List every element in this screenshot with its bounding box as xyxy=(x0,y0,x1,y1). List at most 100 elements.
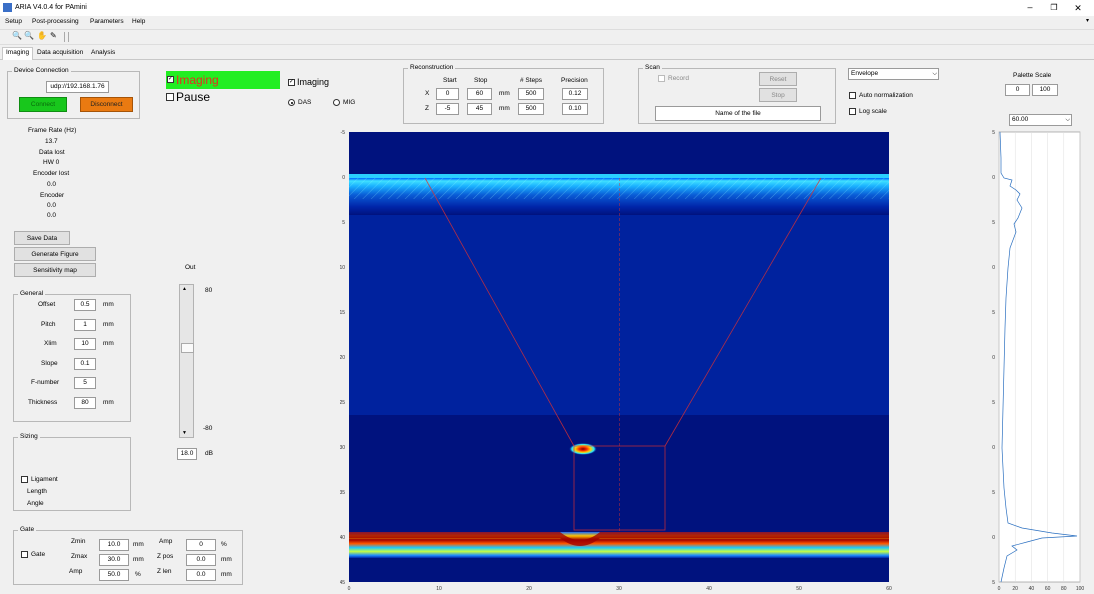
amp2-field[interactable]: 0 xyxy=(186,539,216,551)
imaging-toggle-bar[interactable]: ✓ Imaging xyxy=(166,71,280,89)
y-tick-label: 0 xyxy=(342,175,345,181)
menu-parameters[interactable]: Parameters xyxy=(90,18,124,25)
gate-label: Gate xyxy=(31,551,46,558)
general-param-field[interactable]: 80 xyxy=(74,396,96,409)
zlen-field[interactable]: 0.0 xyxy=(186,569,216,581)
maximize-icon[interactable]: ❐ xyxy=(1048,2,1060,14)
menu-help[interactable]: Help xyxy=(132,18,145,25)
das-radio[interactable] xyxy=(288,99,295,106)
general-param-field[interactable]: 1 xyxy=(74,318,96,331)
connect-button[interactable]: Connect xyxy=(19,97,67,112)
record-label: Record xyxy=(668,75,689,82)
encoder-value-2: 0.0 xyxy=(47,212,57,219)
y-tick-label: 30 xyxy=(340,445,345,451)
sizing-group: Sizing Ligament Length Angle xyxy=(13,433,131,511)
chevron-down-icon: ⌵ xyxy=(932,71,937,77)
menu-setup[interactable]: Setup xyxy=(5,18,22,25)
general-param-field[interactable]: 0.1 xyxy=(74,357,96,370)
pause-checkbox[interactable] xyxy=(166,93,174,101)
x-tick-label: 20 xyxy=(526,586,532,592)
stop-button[interactable]: Stop xyxy=(759,88,797,102)
palette-select[interactable]: 60.00 ⌵ xyxy=(1009,114,1072,126)
zoom-in-icon[interactable]: 🔍 xyxy=(12,31,22,40)
zmax-field[interactable]: 30.0 xyxy=(99,554,129,566)
profile-y-tick-label: 20 xyxy=(992,355,995,361)
profile-y-tick-label: 45 xyxy=(992,580,995,586)
general-param-label: F-number xyxy=(31,379,60,386)
sensitivity-map-button[interactable]: Sensitivity map xyxy=(14,263,96,277)
menu-post-processing[interactable]: Post-processing xyxy=(32,18,79,25)
log-scale-checkbox[interactable] xyxy=(849,108,856,115)
gate-checkbox[interactable] xyxy=(21,551,28,558)
group-title: Reconstruction xyxy=(408,64,456,71)
generate-figure-button[interactable]: Generate Figure xyxy=(14,247,96,261)
palette-min-field[interactable]: 0 xyxy=(1005,84,1030,96)
x-tick-label: 0 xyxy=(348,586,351,592)
db-field[interactable]: 18.0 xyxy=(177,448,197,460)
encoder-lost-value: 0.0 xyxy=(47,181,57,188)
slider-down-arrow[interactable]: ▼ xyxy=(182,430,187,436)
mig-radio[interactable] xyxy=(333,99,340,106)
profile-x-tick-label: 40 xyxy=(1029,586,1035,592)
tab-data-acquisition[interactable]: Data acquisition xyxy=(37,49,83,56)
slider-up-arrow[interactable]: ▲ xyxy=(182,286,187,292)
gain-slider[interactable]: ▲ ▼ xyxy=(179,284,194,438)
data-cursor-icon[interactable]: ✎ xyxy=(50,31,57,40)
menu-overflow-icon[interactable]: ▾ xyxy=(1086,17,1089,24)
y-tick-label: 15 xyxy=(340,310,345,316)
ligament-label: Ligament xyxy=(31,476,58,483)
x-steps-field[interactable]: 500 xyxy=(518,88,544,100)
chevron-down-icon: ⌵ xyxy=(1065,117,1070,123)
profile-plot[interactable]: 0 20 40 60 80 100 -5 0 5 10 15 20 25 30 35 40 45 xyxy=(992,128,1092,594)
minimize-icon[interactable]: – xyxy=(1024,2,1036,14)
zoom-out-icon[interactable]: 🔍 xyxy=(24,31,34,40)
close-icon[interactable]: ✕ xyxy=(1072,2,1084,14)
zmin-field[interactable]: 10.0 xyxy=(99,539,129,551)
x-stop-field[interactable]: 60 xyxy=(467,88,492,100)
disconnect-button[interactable]: Disconnect xyxy=(80,97,133,112)
x-unit: mm xyxy=(499,90,510,97)
envelope-select[interactable]: Envelope ⌵ xyxy=(848,68,939,80)
slider-bottom-value: -80 xyxy=(203,425,213,432)
ip-address-field[interactable]: udp://192.168.1.76 xyxy=(46,81,109,93)
auto-normalization-checkbox[interactable] xyxy=(849,92,856,99)
z-steps-field[interactable]: 500 xyxy=(518,103,544,115)
zmin-unit: mm xyxy=(133,541,144,548)
zpos-field[interactable]: 0.0 xyxy=(186,554,216,566)
x-label: X xyxy=(425,90,430,97)
record-checkbox[interactable] xyxy=(658,75,665,82)
x-precision-field[interactable]: 0.12 xyxy=(562,88,588,100)
amp-field[interactable]: 50.0 xyxy=(99,569,129,581)
general-param-field[interactable]: 5 xyxy=(74,377,96,389)
profile-x-tick-label: 80 xyxy=(1061,586,1067,592)
pan-hand-icon[interactable]: ✋ xyxy=(37,31,47,40)
menu-bar: Setup Post-processing Parameters Help ▾ xyxy=(0,16,1094,29)
device-connection-group: Device Connection udp://192.168.1.76 Con… xyxy=(7,67,140,119)
ligament-checkbox[interactable] xyxy=(21,476,28,483)
z-precision-field[interactable]: 0.10 xyxy=(562,103,588,115)
tab-strip: Imaging Data acquisition Analysis xyxy=(0,47,1094,60)
imaging-mode-checkbox[interactable]: ✓ xyxy=(288,79,295,86)
save-data-button[interactable]: Save Data xyxy=(14,231,70,245)
palette-max-field[interactable]: 100 xyxy=(1032,84,1058,96)
imaging-toggle-checkbox[interactable]: ✓ xyxy=(167,76,174,83)
z-start-field[interactable]: -5 xyxy=(436,103,459,115)
x-start-field[interactable]: 0 xyxy=(436,88,459,100)
tab-analysis[interactable]: Analysis xyxy=(91,49,115,56)
profile-y-tick-label: 10 xyxy=(992,265,995,271)
imaging-plot[interactable]: 0 10 20 30 40 50 60 -5 0 5 10 15 20 25 30 35 40 45 xyxy=(340,128,895,594)
zmin-label: Zmin xyxy=(71,538,86,545)
slider-thumb[interactable] xyxy=(181,343,194,353)
general-param-label: Slope xyxy=(41,359,58,367)
filename-field[interactable]: Name of the file xyxy=(655,106,821,121)
reset-button[interactable]: Reset xyxy=(759,72,797,86)
db-unit: dB xyxy=(205,450,213,457)
general-param-field[interactable]: 0.5 xyxy=(74,299,96,311)
general-param-unit: mm xyxy=(103,340,114,347)
y-tick-label: 40 xyxy=(340,535,345,541)
tab-imaging[interactable]: Imaging xyxy=(2,47,34,60)
general-param-label: Thickness xyxy=(28,398,58,406)
x-tick-label: 40 xyxy=(706,586,712,592)
general-param-field[interactable]: 10 xyxy=(74,338,96,350)
z-stop-field[interactable]: 45 xyxy=(467,103,492,115)
